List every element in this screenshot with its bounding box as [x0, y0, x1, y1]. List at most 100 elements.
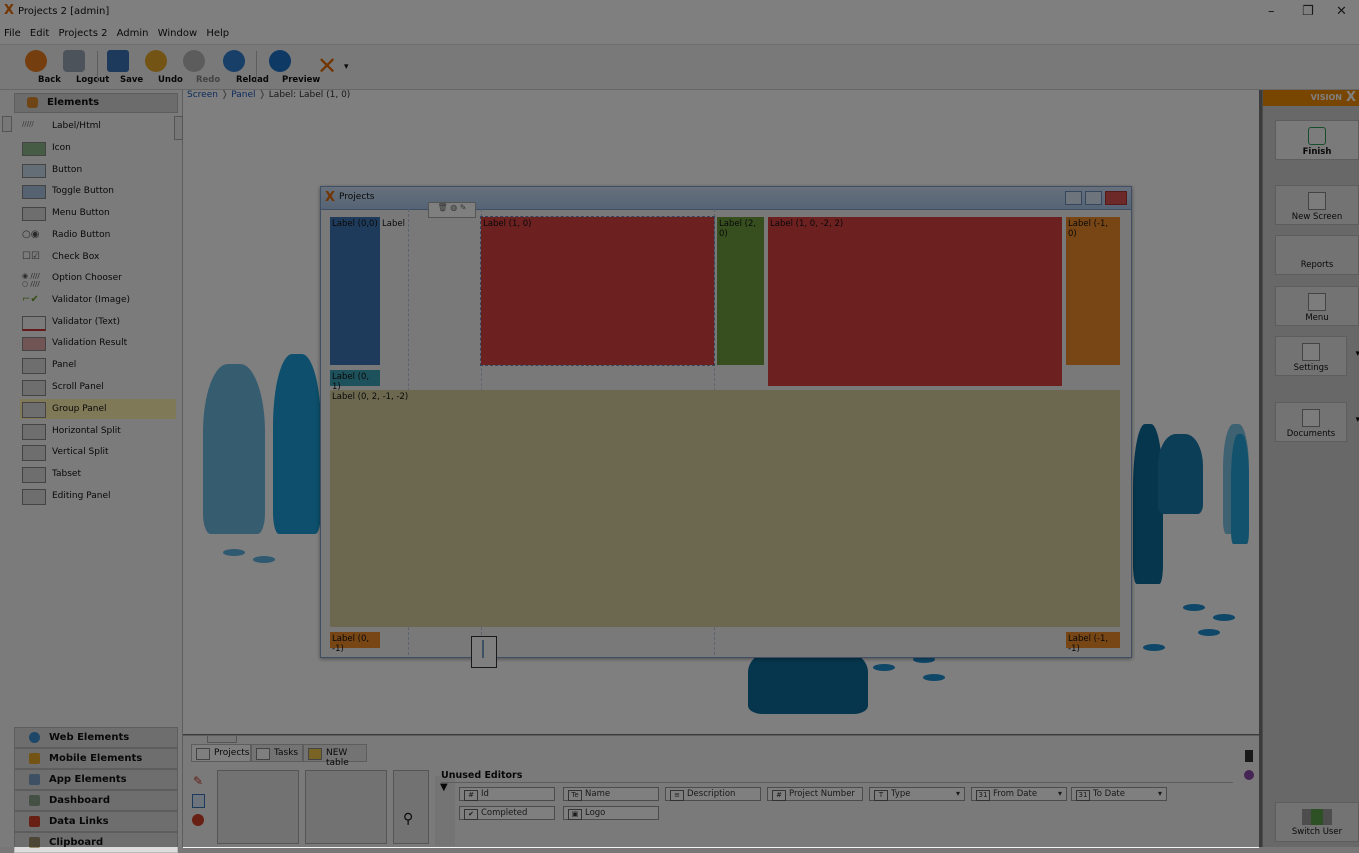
element-label-html[interactable]: /////Label/Html	[20, 116, 176, 136]
menu-admin[interactable]: Admin	[117, 28, 149, 39]
element-validator-text[interactable]: Validator (Text)	[20, 312, 176, 332]
element-group-panel[interactable]: Group Panel	[20, 399, 176, 419]
element-icon[interactable]: Icon	[20, 138, 176, 158]
editor-logo[interactable]: ▣ Logo	[563, 806, 659, 820]
properties-icon[interactable]: ◍	[450, 203, 457, 212]
redo-button[interactable]: Redo	[174, 48, 220, 86]
element-radio-button[interactable]: ○◉ Radio Button	[20, 225, 176, 245]
menu-edit[interactable]: Edit	[30, 28, 49, 39]
editor-id[interactable]: # Id	[459, 787, 555, 801]
logout-button[interactable]: Logout	[54, 48, 109, 86]
table-layout-template[interactable]	[217, 770, 299, 844]
category-dashboard[interactable]: Dashboard	[14, 790, 178, 811]
panel-collapse-handle[interactable]	[207, 736, 237, 743]
save-button[interactable]: Save	[98, 48, 143, 86]
elements-header[interactable]: Elements	[14, 93, 178, 113]
element-toggle-button[interactable]: Toggle Button	[20, 181, 176, 201]
label-m1-0[interactable]: Label (-1, 0)	[1066, 217, 1120, 365]
documents-chevron-down-icon[interactable]: ▾	[1355, 415, 1359, 425]
reload-button[interactable]: Reload	[214, 48, 269, 86]
delete-icon[interactable]: 🗑	[438, 203, 448, 212]
palette-icon[interactable]	[1244, 770, 1254, 780]
element-horizontal-split[interactable]: Horizontal Split	[20, 421, 176, 441]
breadcrumb-panel[interactable]: Panel	[231, 90, 255, 100]
breadcrumb-screen[interactable]: Screen	[187, 90, 218, 100]
category-app-elements[interactable]: App Elements	[14, 769, 178, 790]
new-screen-icon	[1308, 192, 1326, 210]
label-1-0-m2-2[interactable]: Label (1, 0, -2, 2)	[768, 217, 1062, 386]
element-check-box[interactable]: ☐☑ Check Box	[20, 247, 176, 267]
tab-tasks[interactable]: Tasks	[251, 744, 303, 762]
projects-window-close-button[interactable]	[1105, 191, 1127, 205]
tools-dropdown-button[interactable]: ✕ ▾	[302, 48, 352, 86]
restore-button[interactable]: ❐	[1302, 4, 1314, 19]
menu-projects[interactable]: Projects 2	[58, 28, 107, 39]
close-window-button[interactable]: ✕	[1336, 4, 1347, 19]
element-button[interactable]: Button	[20, 160, 176, 180]
editor-to-date[interactable]: 31 To Date ▾	[1071, 787, 1167, 801]
form-view-icon[interactable]	[192, 794, 205, 808]
collapse-handle[interactable]	[2, 116, 12, 132]
label-0-0[interactable]: Label (0,0)	[330, 217, 380, 365]
element-option-chooser[interactable]: ◉ //// ○ ////Option Chooser	[20, 268, 176, 288]
projects-window-minimize-button[interactable]	[1065, 191, 1082, 205]
settings-chevron-down-icon[interactable]: ▾	[1355, 349, 1359, 359]
label-plain[interactable]: Label	[380, 217, 408, 233]
category-web-elements[interactable]: Web Elements	[14, 727, 178, 748]
category-clipboard[interactable]: Clipboard	[14, 832, 178, 853]
projects-window-maximize-button[interactable]	[1085, 191, 1102, 205]
panel-options-icon[interactable]	[1245, 750, 1253, 762]
element-editing-panel[interactable]: Editing Panel	[20, 486, 176, 506]
tab-new-table[interactable]: NEW table	[303, 744, 367, 768]
editor-type[interactable]: T Type ▾	[869, 787, 965, 801]
design-canvas[interactable]: X Projects 🗑 ◍ ✎ Label (0,0) Label Label…	[183, 104, 1259, 734]
editor-project-number[interactable]: # Project Number	[767, 787, 863, 801]
minimize-button[interactable]: –	[1268, 4, 1275, 19]
label-0-1[interactable]: Label (0, 1)	[330, 370, 380, 392]
reports-button[interactable]: Reports	[1275, 235, 1359, 275]
menu-file[interactable]: File	[4, 28, 21, 39]
category-mobile-elements[interactable]: Mobile Elements	[14, 748, 178, 769]
tab-projects[interactable]: Projects	[191, 744, 251, 762]
editor-completed[interactable]: ✔ Completed	[459, 806, 555, 820]
element-menu-button[interactable]: Menu Button	[20, 203, 176, 223]
edit-icon[interactable]: ✎	[460, 203, 467, 212]
settings-button[interactable]: Settings ▾	[1275, 336, 1359, 376]
element-tabset[interactable]: Tabset	[20, 464, 176, 484]
form-layout-template[interactable]	[305, 770, 387, 844]
label-2-0[interactable]: Label (2, 0)	[717, 217, 764, 365]
menu-window[interactable]: Window	[158, 28, 197, 39]
label-0-m1[interactable]: Label (0, -1)	[330, 632, 380, 654]
filter-icon[interactable]: ▼	[440, 782, 448, 793]
validator-image-icon: ⌐✔	[22, 294, 39, 305]
menu-button[interactable]: Menu	[1275, 286, 1359, 326]
element-validator-image[interactable]: ⌐✔ Validator (Image)	[20, 290, 176, 310]
new-screen-button[interactable]: New Screen	[1275, 185, 1359, 225]
label-0-2-m1-m2[interactable]: Label (0, 2, -1, -2)	[330, 390, 1120, 627]
editor-from-date[interactable]: 31 From Date ▾	[971, 787, 1067, 801]
category-data-links[interactable]: Data Links	[14, 811, 178, 832]
documents-button[interactable]: Documents ▾	[1275, 402, 1359, 442]
preview-button[interactable]: Preview	[260, 48, 320, 86]
element-scroll-panel[interactable]: Scroll Panel	[20, 377, 176, 397]
element-panel[interactable]: Panel	[20, 355, 176, 375]
editor-name[interactable]: Te Name	[563, 787, 659, 801]
edit-pencil-icon[interactable]: ✎	[193, 774, 203, 788]
switch-user-button[interactable]: Switch User	[1275, 802, 1359, 842]
undo-button[interactable]: Undo	[136, 48, 183, 86]
element-quick-toolbar[interactable]: 🗑 ◍ ✎	[428, 202, 476, 218]
menu-help[interactable]: Help	[206, 28, 229, 39]
projects-designer-window[interactable]: X Projects 🗑 ◍ ✎ Label (0,0) Label Label…	[320, 186, 1132, 658]
label-1-0-selected[interactable]: Label (1, 0)	[480, 216, 715, 366]
remove-icon[interactable]	[192, 814, 204, 826]
search-layout-template[interactable]: ⚲	[393, 770, 429, 844]
back-button[interactable]: Back	[16, 48, 61, 86]
editor-description[interactable]: ≡ Description	[665, 787, 761, 801]
background-figure-image	[1231, 434, 1249, 544]
finish-button[interactable]: Finish	[1275, 120, 1359, 160]
label-m1-m1[interactable]: Label (-1, -1)	[1066, 632, 1120, 654]
element-validation-result[interactable]: Validation Result	[20, 333, 176, 353]
redo-icon	[183, 50, 205, 72]
toggle-button-icon	[22, 185, 46, 199]
element-vertical-split[interactable]: Vertical Split	[20, 442, 176, 462]
